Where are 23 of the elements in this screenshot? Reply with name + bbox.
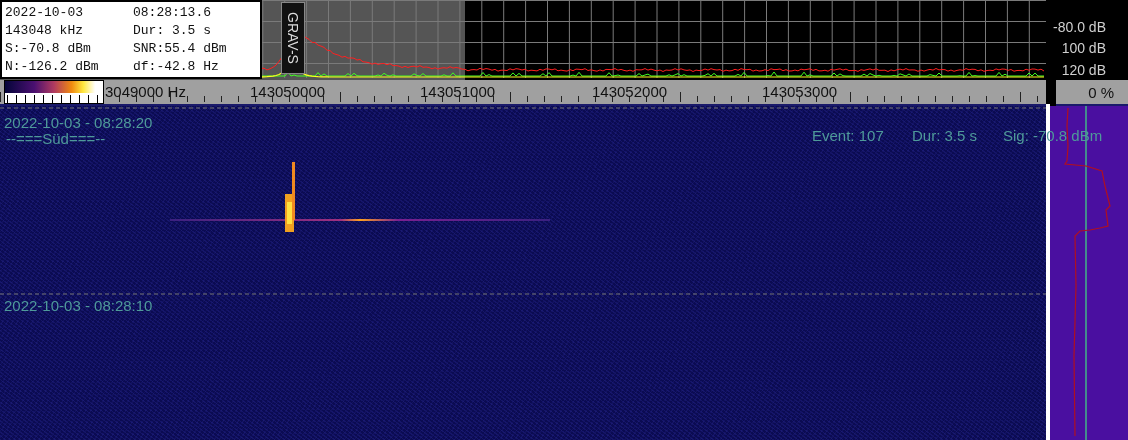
level-readout: 0 % (1056, 80, 1128, 106)
frequency-label: 143053000 (762, 83, 838, 100)
measurement-value: Dur: 3.5 s (133, 22, 212, 39)
measurement-value: N:-126.2 dBm (5, 58, 100, 75)
event-number: Event: 107 (812, 127, 884, 144)
measurement-value: 143048 kHz (5, 22, 84, 39)
signal-label: GRAV-S (281, 2, 305, 74)
measurement-value: df:-42.8 Hz (133, 58, 220, 75)
db-scale-label: -80.0 dB (1053, 19, 1106, 35)
frequency-label: 3049000 Hz (105, 83, 186, 100)
station-caption: --===Süd===-- (6, 130, 106, 147)
frequency-label: 143051000 (420, 83, 496, 100)
measurement-value: S:-70.8 dBm (5, 40, 92, 57)
frequency-label: 143050000 (250, 83, 326, 100)
measurement-value: 08:28:13.6 (133, 4, 212, 21)
db-scale-label: 120 dB (1061, 62, 1106, 78)
measurement-value: SNR:55.4 dBm (133, 40, 228, 57)
frequency-label: 143052000 (592, 83, 668, 100)
event-duration: Dur: 3.5 s (912, 127, 978, 144)
measurement-value: 2022-10-03 (5, 4, 84, 21)
timestamp-label: 2022-10-03 - 08:28:20 (4, 114, 153, 131)
timestamp-label: 2022-10-03 - 08:28:10 (4, 297, 153, 314)
db-scale-label: 100 dB (1061, 40, 1106, 56)
